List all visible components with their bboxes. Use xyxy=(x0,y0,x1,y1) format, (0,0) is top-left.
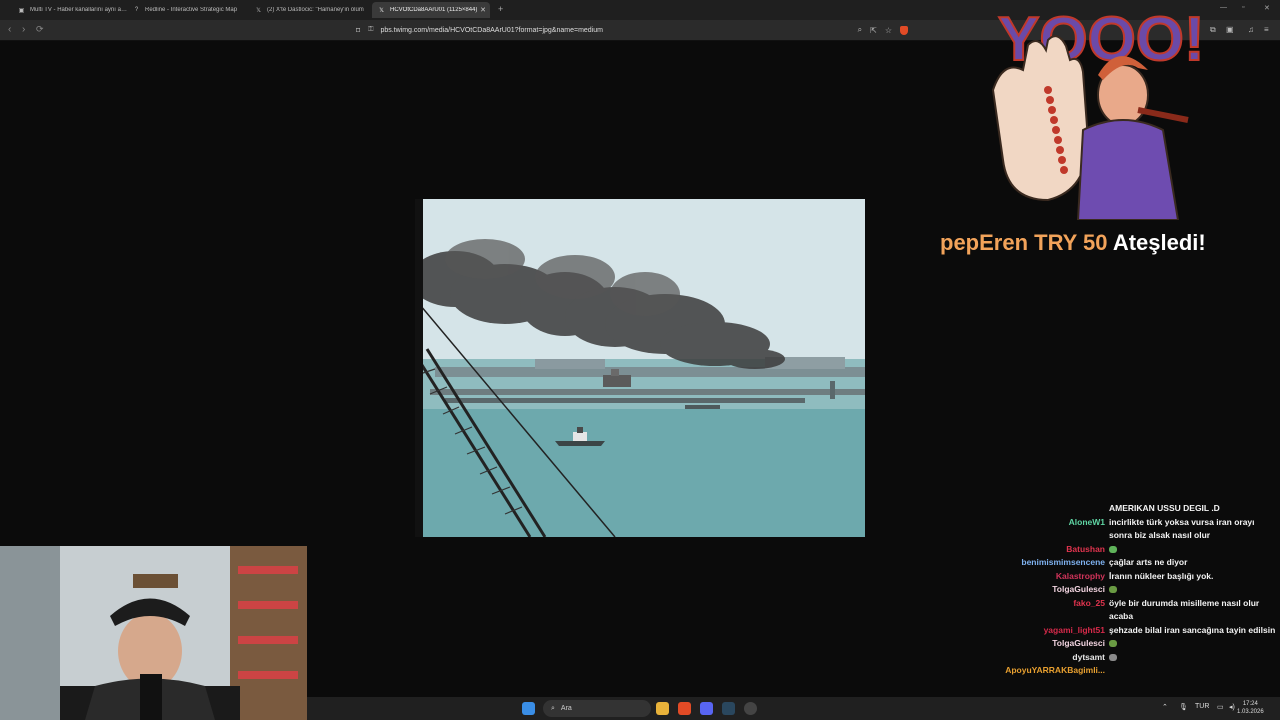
donor-name: pepEren xyxy=(940,230,1029,255)
chat-text: AMERIKAN USSU DEGIL .D xyxy=(1109,503,1220,513)
reload-icon[interactable]: ⟳ xyxy=(36,24,44,35)
file-explorer-icon[interactable] xyxy=(656,702,669,715)
tv-icon: ▣ xyxy=(18,7,25,14)
search-label: Ara xyxy=(560,705,572,712)
chat-text: şehzade bilal iran sancağına tayin edils… xyxy=(1109,624,1276,635)
chat-username: TolgaGulesci xyxy=(1052,584,1105,594)
chat-username: AloneW1 xyxy=(1068,516,1105,527)
brave-shield-icon[interactable] xyxy=(900,25,908,35)
search-icon: ⌕ xyxy=(551,704,555,712)
emote-icon xyxy=(1109,640,1117,648)
chat-username: Kalastrophy xyxy=(1055,570,1105,581)
viewed-image[interactable] xyxy=(415,199,865,537)
language-indicator[interactable]: TUR xyxy=(1195,703,1209,710)
port-smoke-photo xyxy=(415,199,865,537)
steam-icon[interactable] xyxy=(722,702,735,715)
chat-message: yagami_light51 şehzade bilal iran sancağ… xyxy=(985,624,1280,638)
tab-label: (2) X'te Dastlocic: "Hamaney'in ölüm xyxy=(267,7,364,13)
emote-icon xyxy=(1109,653,1117,661)
volume-icon[interactable]: ◂) xyxy=(1229,703,1235,711)
donation-amount: TRY 50 xyxy=(1034,230,1108,255)
microphone-icon[interactable]: 🎙 xyxy=(1179,703,1188,711)
maximize-icon[interactable]: ▫ xyxy=(1242,4,1244,11)
chat-username: yagami_light51 xyxy=(1043,624,1105,635)
chat-message: TolgaGulesci xyxy=(985,637,1280,651)
stream-chat: AMERIKAN USSU DEGIL .D AloneW1 incirlikt… xyxy=(985,502,1280,678)
address-bar[interactable]: ⌑ ⚿ pbs.twimg.com/media/HCVOtCDa8AArU01?… xyxy=(352,22,908,38)
chat-username: fako_25 xyxy=(1073,597,1105,608)
alert-action: Ateşledi! xyxy=(1112,230,1206,255)
emote-icon xyxy=(1109,545,1117,553)
chat-message: AloneW1 incirlikte türk yoksa vursa iran… xyxy=(985,516,1280,543)
brave-browser-icon[interactable] xyxy=(678,702,691,715)
close-tab-icon[interactable]: ✕ xyxy=(480,6,486,14)
zoom-icon[interactable]: ⌕ xyxy=(858,25,862,35)
discord-icon[interactable] xyxy=(700,702,713,715)
chat-message: Batushan xyxy=(985,543,1280,557)
bookmark-icon[interactable]: ⌑ xyxy=(356,26,360,35)
sidebar-icon[interactable]: ▣ xyxy=(1226,25,1234,34)
back-icon[interactable]: ‹ xyxy=(8,24,11,35)
chat-text: öyle bir durumda misilleme nasıl olur ac… xyxy=(1109,597,1260,622)
close-window-icon[interactable]: ✕ xyxy=(1264,4,1270,12)
chat-username: Batushan xyxy=(1066,543,1105,554)
tab-active-image[interactable]: 𝕏 HCVOtCDa8AArU01 (1125×844) ✕ xyxy=(372,2,490,18)
network-icon[interactable]: ▭ xyxy=(1217,703,1224,711)
chat-text xyxy=(1109,664,1280,678)
chat-text: çağlar arts ne diyor xyxy=(1109,557,1188,567)
chat-username: dytsamt xyxy=(1072,651,1105,662)
x-logo-icon: 𝕏 xyxy=(379,7,384,14)
windows-taskbar: ⌕ Ara ⌃ 🎙 TUR ▭ ◂) 17:24 1.03.2026 xyxy=(307,697,1280,720)
alert-overlay-image: YOOO! xyxy=(988,0,1213,220)
chat-username: ApoyuYARRAKBagimli... xyxy=(1005,665,1105,675)
obs-icon[interactable] xyxy=(744,702,757,715)
chat-message: Kalastrophy İranın nükleer başlığı yok. xyxy=(985,570,1280,584)
chat-username: benimismimsencene xyxy=(1021,557,1105,567)
tab-label: HCVOtCDa8AArU01 (1125×844) xyxy=(390,7,478,13)
chat-message: ApoyuYARRAKBagimli... xyxy=(985,664,1280,678)
x-logo-icon: 𝕏 xyxy=(256,7,261,14)
chat-text: incirlikte türk yoksa vursa iran orayı s… xyxy=(1109,516,1255,541)
forward-icon[interactable]: › xyxy=(22,24,25,35)
cartoon-alert-art: YOOO! xyxy=(991,4,1206,220)
media-icon[interactable]: ♫ xyxy=(1248,25,1254,34)
tab-x-post[interactable]: 𝕏 (2) X'te Dastlocic: "Hamaney'in ölüm xyxy=(249,2,367,18)
bookmark-star-icon[interactable]: ☆ xyxy=(885,26,892,35)
tab-label: Redline - Interactive Strategic Map xyxy=(145,7,238,13)
tab-multi-tv[interactable]: ▣ Multi TV - Haber kanallarını aynı anda xyxy=(12,2,130,18)
new-tab-button[interactable]: + xyxy=(498,4,503,14)
taskbar-search[interactable]: ⌕ Ara xyxy=(543,700,651,717)
taskbar-clock[interactable]: 17:24 1.03.2026 xyxy=(1237,700,1264,716)
chat-text xyxy=(1109,543,1280,557)
chat-message: TolgaGulesci xyxy=(985,583,1280,597)
emote-icon xyxy=(1109,586,1117,594)
url-text[interactable]: pbs.twimg.com/media/HCVOtCDa8AArU01?form… xyxy=(380,27,849,34)
share-icon[interactable]: ⇱ xyxy=(870,26,877,35)
webcam-feed xyxy=(0,546,307,720)
chat-text xyxy=(1109,637,1280,651)
site-info-icon[interactable]: ⚿ xyxy=(368,26,373,34)
chat-text: İranın nükleer başlığı yok. xyxy=(1109,570,1214,581)
tab-redline[interactable]: ? Redline - Interactive Strategic Map xyxy=(127,2,245,18)
chat-message: AMERIKAN USSU DEGIL .D xyxy=(985,502,1280,516)
streamer-webcam xyxy=(0,546,307,720)
tab-label: Multi TV - Haber kanallarını aynı anda xyxy=(30,7,130,13)
chat-username: TolgaGulesci xyxy=(1052,638,1105,648)
chat-text xyxy=(1109,651,1280,665)
windows-start-icon[interactable] xyxy=(522,702,535,715)
chat-username xyxy=(985,502,1109,516)
minimize-icon[interactable]: — xyxy=(1220,4,1227,11)
chat-message: fako_25 öyle bir durumda misilleme nasıl… xyxy=(985,597,1280,624)
menu-icon[interactable]: ≡ xyxy=(1264,25,1269,34)
donation-alert: pepEren TRY 50 Ateşledi! xyxy=(940,230,1206,256)
chat-text xyxy=(1109,583,1280,597)
chat-message: benimismimsencene çağlar arts ne diyor xyxy=(985,556,1280,570)
tray-chevron-icon[interactable]: ⌃ xyxy=(1162,703,1168,711)
clock-time: 17:24 xyxy=(1242,701,1258,707)
chat-message: dytsamt xyxy=(985,651,1280,665)
redline-icon: ? xyxy=(134,7,139,13)
clock-date: 1.03.2026 xyxy=(1237,709,1264,715)
